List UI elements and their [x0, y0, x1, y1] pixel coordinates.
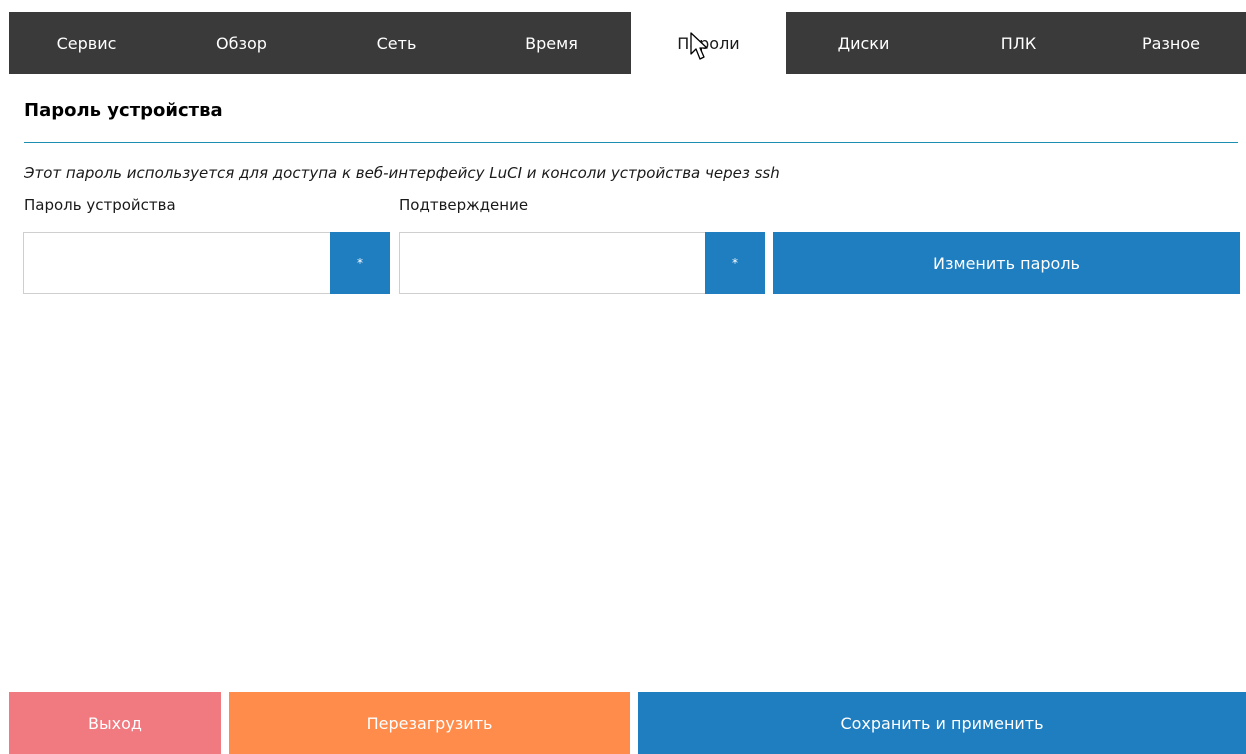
- tab-label: Разное: [1141, 33, 1201, 53]
- confirm-label: Подтверждение: [399, 196, 529, 214]
- tab-label: Диски: [837, 33, 890, 53]
- change-password-button[interactable]: Изменить пароль: [773, 232, 1240, 294]
- tab-label: Время: [525, 33, 578, 53]
- confirm-reveal-button[interactable]: *: [705, 232, 765, 294]
- password-input[interactable]: [23, 232, 330, 294]
- tab-passwords[interactable]: Пароли: [631, 12, 786, 74]
- exit-button[interactable]: Выход: [9, 692, 221, 754]
- change-password-label: Изменить пароль: [933, 253, 1080, 273]
- tab-misc[interactable]: Разное: [1096, 12, 1246, 74]
- tab-time[interactable]: Время: [474, 12, 629, 74]
- app-frame: Сервис Обзор Сеть Время Пароли Диски ПЛК…: [0, 0, 1246, 754]
- tab-network[interactable]: Сеть: [319, 12, 474, 74]
- password-label: Пароль устройства: [24, 196, 176, 214]
- section-title: Пароль устройства: [24, 100, 223, 121]
- asterisk-icon: *: [732, 256, 738, 270]
- exit-label: Выход: [88, 713, 142, 733]
- tab-label: Сеть: [376, 33, 417, 53]
- save-apply-label: Сохранить и применить: [840, 713, 1044, 733]
- password-reveal-button[interactable]: *: [330, 232, 390, 294]
- tab-label: Сервис: [56, 33, 117, 53]
- tab-disks[interactable]: Диски: [786, 12, 941, 74]
- tab-plc[interactable]: ПЛК: [941, 12, 1096, 74]
- tab-overview[interactable]: Обзор: [164, 12, 319, 74]
- tab-bar: Сервис Обзор Сеть Время Пароли Диски ПЛК…: [9, 12, 1246, 74]
- asterisk-icon: *: [357, 256, 363, 270]
- tab-label: Пароли: [677, 33, 740, 53]
- tab-label: Обзор: [216, 33, 267, 53]
- confirm-password-input[interactable]: [399, 232, 705, 294]
- reboot-button[interactable]: Перезагрузить: [229, 692, 630, 754]
- section-divider: [24, 142, 1238, 143]
- save-apply-button[interactable]: Сохранить и применить: [638, 692, 1246, 754]
- reboot-label: Перезагрузить: [366, 713, 493, 733]
- tab-label: ПЛК: [1000, 33, 1037, 53]
- tab-service[interactable]: Сервис: [9, 12, 164, 74]
- section-description: Этот пароль используется для доступа к в…: [24, 164, 780, 182]
